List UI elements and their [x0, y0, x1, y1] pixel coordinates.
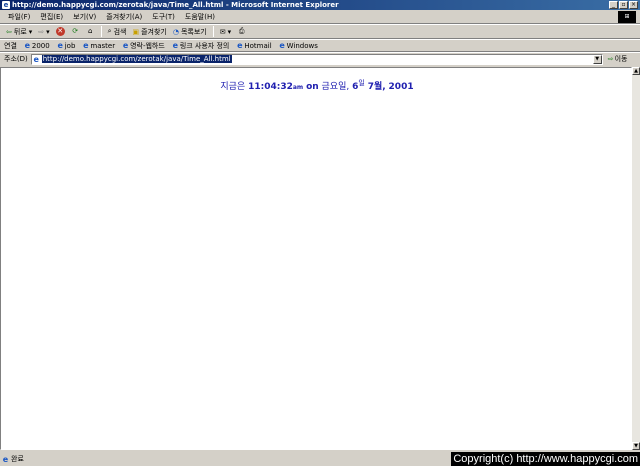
clock-time: 11:04:32 — [248, 82, 293, 92]
address-dropdown-button[interactable]: ▼ — [592, 54, 602, 64]
refresh-icon[interactable]: ⟳ — [71, 27, 80, 36]
chevron-down-icon: ▾ — [227, 27, 232, 36]
copyright-watermark: Copyright(c) http://www.happycgi.com — [451, 452, 640, 466]
ie-page-icon: e — [57, 41, 63, 50]
ie-page-icon: e — [122, 41, 129, 50]
forward-arrow-icon: ⇨ — [38, 27, 45, 36]
link-hotmail-label: Hotmail — [244, 41, 272, 50]
link-webhard[interactable]: e 영락-웹하드 — [122, 41, 165, 51]
print-icon[interactable]: ⎙ — [237, 27, 246, 36]
window-title: http://demo.happycgi.com/zerotak/java/Ti… — [12, 1, 339, 9]
back-label: 뒤로 — [13, 27, 27, 36]
clock-day-suffix: 일 — [358, 79, 365, 87]
ie-page-icon: e — [172, 41, 179, 50]
link-webhard-label: 영락-웹하드 — [130, 41, 165, 50]
go-label: 이동 — [614, 55, 628, 63]
address-url[interactable]: http://demo.happycgi.com/zerotak/java/Ti… — [41, 55, 232, 63]
windows-logo-icon: ⊞ — [618, 11, 636, 23]
scroll-down-button[interactable]: ▼ — [632, 442, 640, 450]
mail-icon: ✉ — [219, 27, 226, 36]
mail-button[interactable]: ✉ ▾ — [220, 28, 231, 36]
link-job-label: job — [64, 41, 76, 50]
menu-bar: 파일(F) 편집(E) 보기(V) 즐겨찾기(A) 도구(T) 도움말(H) — [0, 11, 640, 23]
favorites-folder-icon: ▣ — [132, 27, 140, 36]
menu-edit[interactable]: 편집(E) — [40, 12, 63, 22]
link-customize-links-label: 링크 사용자 정의 — [179, 41, 230, 50]
window-controls: _ ▫ × — [609, 1, 638, 9]
link-customize-links[interactable]: e 링크 사용자 정의 — [172, 41, 230, 51]
go-arrow-icon: ⇨ — [607, 55, 614, 63]
link-job[interactable]: e job — [57, 42, 76, 50]
clock-on: on — [306, 82, 319, 92]
menu-file[interactable]: 파일(F) — [8, 12, 30, 22]
clock-ampm: am — [292, 84, 304, 91]
toolbar-divider — [100, 26, 102, 37]
menu-favorites[interactable]: 즐겨찾기(A) — [106, 12, 142, 22]
link-master[interactable]: e master — [82, 42, 115, 50]
back-arrow-icon: ⇦ — [6, 27, 12, 36]
history-button[interactable]: ◔ 목록보기 — [173, 27, 207, 37]
link-windows[interactable]: e Windows — [279, 41, 318, 50]
forward-button[interactable]: ⇨ ▾ — [38, 28, 49, 36]
go-button[interactable]: ⇨ 이동 — [608, 54, 628, 64]
link-hotmail[interactable]: e Hotmail — [236, 41, 272, 50]
maximize-button[interactable]: ▫ — [619, 1, 628, 9]
ie-app-icon: e — [2, 1, 10, 9]
address-bar: 주소(D) e http://demo.happycgi.com/zerotak… — [0, 53, 640, 65]
favorites-button[interactable]: ▣ 즐겨찾기 — [132, 27, 166, 37]
ie-page-icon: e — [33, 54, 39, 64]
link-2000[interactable]: e 2000 — [24, 42, 50, 50]
status-text: 완료 — [11, 455, 24, 463]
ie-page-icon: e — [279, 41, 285, 50]
scroll-up-button[interactable]: ▲ — [632, 67, 640, 75]
search-icon: ⌕ — [107, 27, 112, 35]
clock-month: 7월, — [367, 82, 386, 92]
ie-page-icon: e — [2, 454, 9, 464]
close-button[interactable]: × — [629, 1, 638, 9]
ie-page-icon: e — [83, 41, 89, 50]
page-content: 지금은 11:04:32am on 금요일, 6일 7월, 2001 — [0, 67, 632, 450]
menu-tools[interactable]: 도구(T) — [152, 12, 175, 22]
links-label: 연결 — [4, 41, 17, 50]
vertical-scrollbar[interactable]: ▲ ▼ — [632, 67, 640, 450]
clock-weekday: 금요일, — [321, 82, 350, 92]
history-label: 목록보기 — [180, 27, 207, 36]
history-icon: ◔ — [172, 27, 179, 36]
back-button[interactable]: ⇦ 뒤로 ▾ — [6, 27, 32, 37]
link-2000-label: 2000 — [31, 41, 50, 50]
menu-view[interactable]: 보기(V) — [73, 12, 96, 22]
link-master-label: master — [90, 41, 116, 50]
menu-help[interactable]: 도움말(H) — [185, 12, 215, 22]
clock-year: 2001 — [388, 82, 414, 92]
clock-display: 지금은 11:04:32am on 금요일, 6일 7월, 2001 — [1, 78, 633, 92]
links-bar: 연결 e 2000 e job e master e 영락-웹하드 e 링크 사용자 정의… — [0, 40, 640, 51]
search-button[interactable]: ⌕ 검색 — [108, 27, 127, 37]
link-windows-label: Windows — [286, 41, 318, 50]
home-icon[interactable]: ⌂ — [86, 27, 95, 36]
address-input[interactable]: e http://demo.happycgi.com/zerotak/java/… — [30, 53, 603, 65]
ie-page-icon: e — [237, 41, 243, 50]
ie-page-icon: e — [24, 41, 31, 50]
standard-toolbar: ⇦ 뒤로 ▾ ⇨ ▾ ✕ ⟳ ⌂ ⌕ 검색 ▣ 즐겨찾기 ◔ 목록보기 ✉ ▾ … — [0, 25, 640, 38]
address-label: 주소(D) — [4, 55, 28, 63]
chevron-down-icon: ▾ — [28, 27, 33, 36]
clock-prefix: 지금은 — [220, 82, 246, 92]
stop-icon[interactable]: ✕ — [55, 27, 65, 36]
minimize-button[interactable]: _ — [609, 1, 618, 9]
chevron-down-icon: ▾ — [46, 27, 50, 36]
window-title-bar[interactable]: e http://demo.happycgi.com/zerotak/java/… — [0, 0, 640, 10]
status-bar: e 완료 Copyright(c) http://www.happycgi.co… — [0, 452, 640, 466]
toolbar-divider — [212, 26, 214, 37]
favorites-label: 즐겨찾기 — [141, 27, 167, 36]
search-label: 검색 — [113, 27, 127, 36]
